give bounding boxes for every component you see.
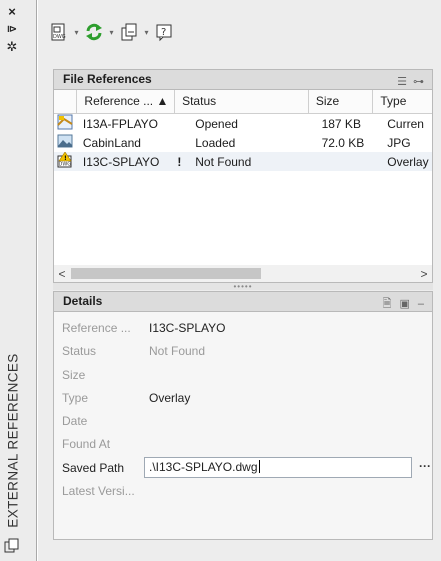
properties-icon[interactable]: ✲ xyxy=(0,38,24,56)
status-flag: ! xyxy=(177,154,182,169)
detail-row: Date xyxy=(54,410,432,431)
drawing-icon xyxy=(54,114,78,133)
palette-title: EXTERNAL REFERENCES xyxy=(5,352,21,528)
image-icon xyxy=(54,133,78,152)
file-references-header[interactable]: File References ☰ ⊶ xyxy=(53,69,433,90)
detail-value[interactable]: Overlay xyxy=(149,391,190,405)
scroll-left-button[interactable]: < xyxy=(54,267,70,281)
svg-text:DWG: DWG xyxy=(59,162,72,168)
detail-row: Found At xyxy=(54,433,432,454)
table-row[interactable]: I13A-FPLAYO Opened 187 KB Curren xyxy=(54,114,432,133)
scroll-right-button[interactable]: > xyxy=(416,267,432,281)
file-references-list[interactable]: Reference ... ▲ Status Size Type I13A-FP… xyxy=(53,90,433,283)
scroll-thumb[interactable] xyxy=(71,268,261,279)
detail-label: Reference ... xyxy=(62,320,131,335)
column-header-row: Reference ... ▲ Status Size Type xyxy=(54,90,432,114)
reference-type: Overlay xyxy=(387,154,429,169)
close-icon[interactable]: × xyxy=(0,2,24,20)
reference-size: 187 KB xyxy=(321,116,361,131)
column-header-reference-name[interactable]: Reference ... ▲ xyxy=(77,90,176,113)
panel-splitter[interactable]: ••••• xyxy=(53,282,433,291)
detail-label: Found At xyxy=(62,436,111,451)
detail-label: Type xyxy=(62,390,89,405)
detail-label: Status xyxy=(62,343,97,358)
detail-row: Type Overlay xyxy=(54,387,432,408)
attach-dwg-icon[interactable]: DWG xyxy=(48,21,70,43)
reference-status: Opened xyxy=(195,116,238,131)
svg-text:?: ? xyxy=(161,27,166,38)
refresh-icon[interactable] xyxy=(83,21,105,43)
detail-label: Latest Versi... xyxy=(62,483,135,498)
xref-palette-icon xyxy=(4,538,19,553)
horizontal-scrollbar[interactable]: < > xyxy=(54,265,432,282)
dwg-warning-icon: DWG ! xyxy=(54,152,78,171)
xref-toolbar: DWG ▾ ▾ ▾ ? xyxy=(48,20,175,44)
table-row[interactable]: DWG ! I13C-SPLAYO ! Not Found Overlay xyxy=(54,152,432,171)
detail-row: Size xyxy=(54,364,432,385)
detail-label: Size xyxy=(62,367,86,382)
saved-path-field[interactable]: .\I13C-SPLAYO.dwg xyxy=(144,457,412,478)
detail-row: Reference ... I13C-SPLAYO xyxy=(54,317,432,338)
detail-label: Saved Path xyxy=(62,460,125,475)
palette-titlebar: × ⧐ ✲ EXTERNAL REFERENCES xyxy=(0,0,37,561)
table-row[interactable]: CabinLand Loaded 72.0 KB JPG xyxy=(54,133,432,152)
reference-status: Not Found xyxy=(195,154,252,169)
attach-dropdown-icon[interactable]: ▾ xyxy=(72,21,81,43)
detail-row: Status Not Found xyxy=(54,340,432,361)
detail-value[interactable]: I13C-SPLAYO xyxy=(149,321,225,335)
details-panel: Reference ... I13C-SPLAYO Status Not Fou… xyxy=(53,312,433,540)
change-path-dropdown-icon[interactable]: ▾ xyxy=(142,21,151,43)
icon-column-header xyxy=(54,90,78,113)
svg-text:!: ! xyxy=(64,155,67,162)
change-path-icon[interactable] xyxy=(118,21,140,43)
reference-name: I13A-FPLAYO xyxy=(82,116,159,131)
reference-status: Loaded xyxy=(195,135,236,150)
reference-type: Curren xyxy=(387,116,424,131)
autohide-icon[interactable]: ⧐ xyxy=(0,20,24,38)
xref-palette: DWG ▾ ▾ ▾ ? File References ☰ ⊶ Referenc… xyxy=(38,0,441,561)
saved-path-row: Saved Path .\I13C-SPLAYO.dwg ··· xyxy=(54,457,432,478)
detail-row: Latest Versi... xyxy=(54,480,432,501)
column-header-size[interactable]: Size xyxy=(309,90,374,113)
help-icon[interactable]: ? xyxy=(153,21,175,43)
browse-path-button[interactable]: ··· xyxy=(416,457,434,478)
column-header-status[interactable]: Status xyxy=(175,90,309,113)
column-header-type[interactable]: Type xyxy=(373,90,432,113)
detail-value: Not Found xyxy=(149,343,206,358)
svg-text:DWG: DWG xyxy=(53,34,66,40)
reference-name: I13C-SPLAYO xyxy=(82,154,160,169)
reference-name: CabinLand xyxy=(82,135,141,150)
reference-size: 72.0 KB xyxy=(321,135,365,150)
details-header[interactable]: Details 🗎 ▣ – xyxy=(53,291,433,312)
reference-type: JPG xyxy=(387,135,411,150)
details-title: Details xyxy=(63,294,103,308)
refresh-dropdown-icon[interactable]: ▾ xyxy=(107,21,116,43)
detail-label: Date xyxy=(62,413,88,428)
file-references-title: File References xyxy=(63,72,152,86)
